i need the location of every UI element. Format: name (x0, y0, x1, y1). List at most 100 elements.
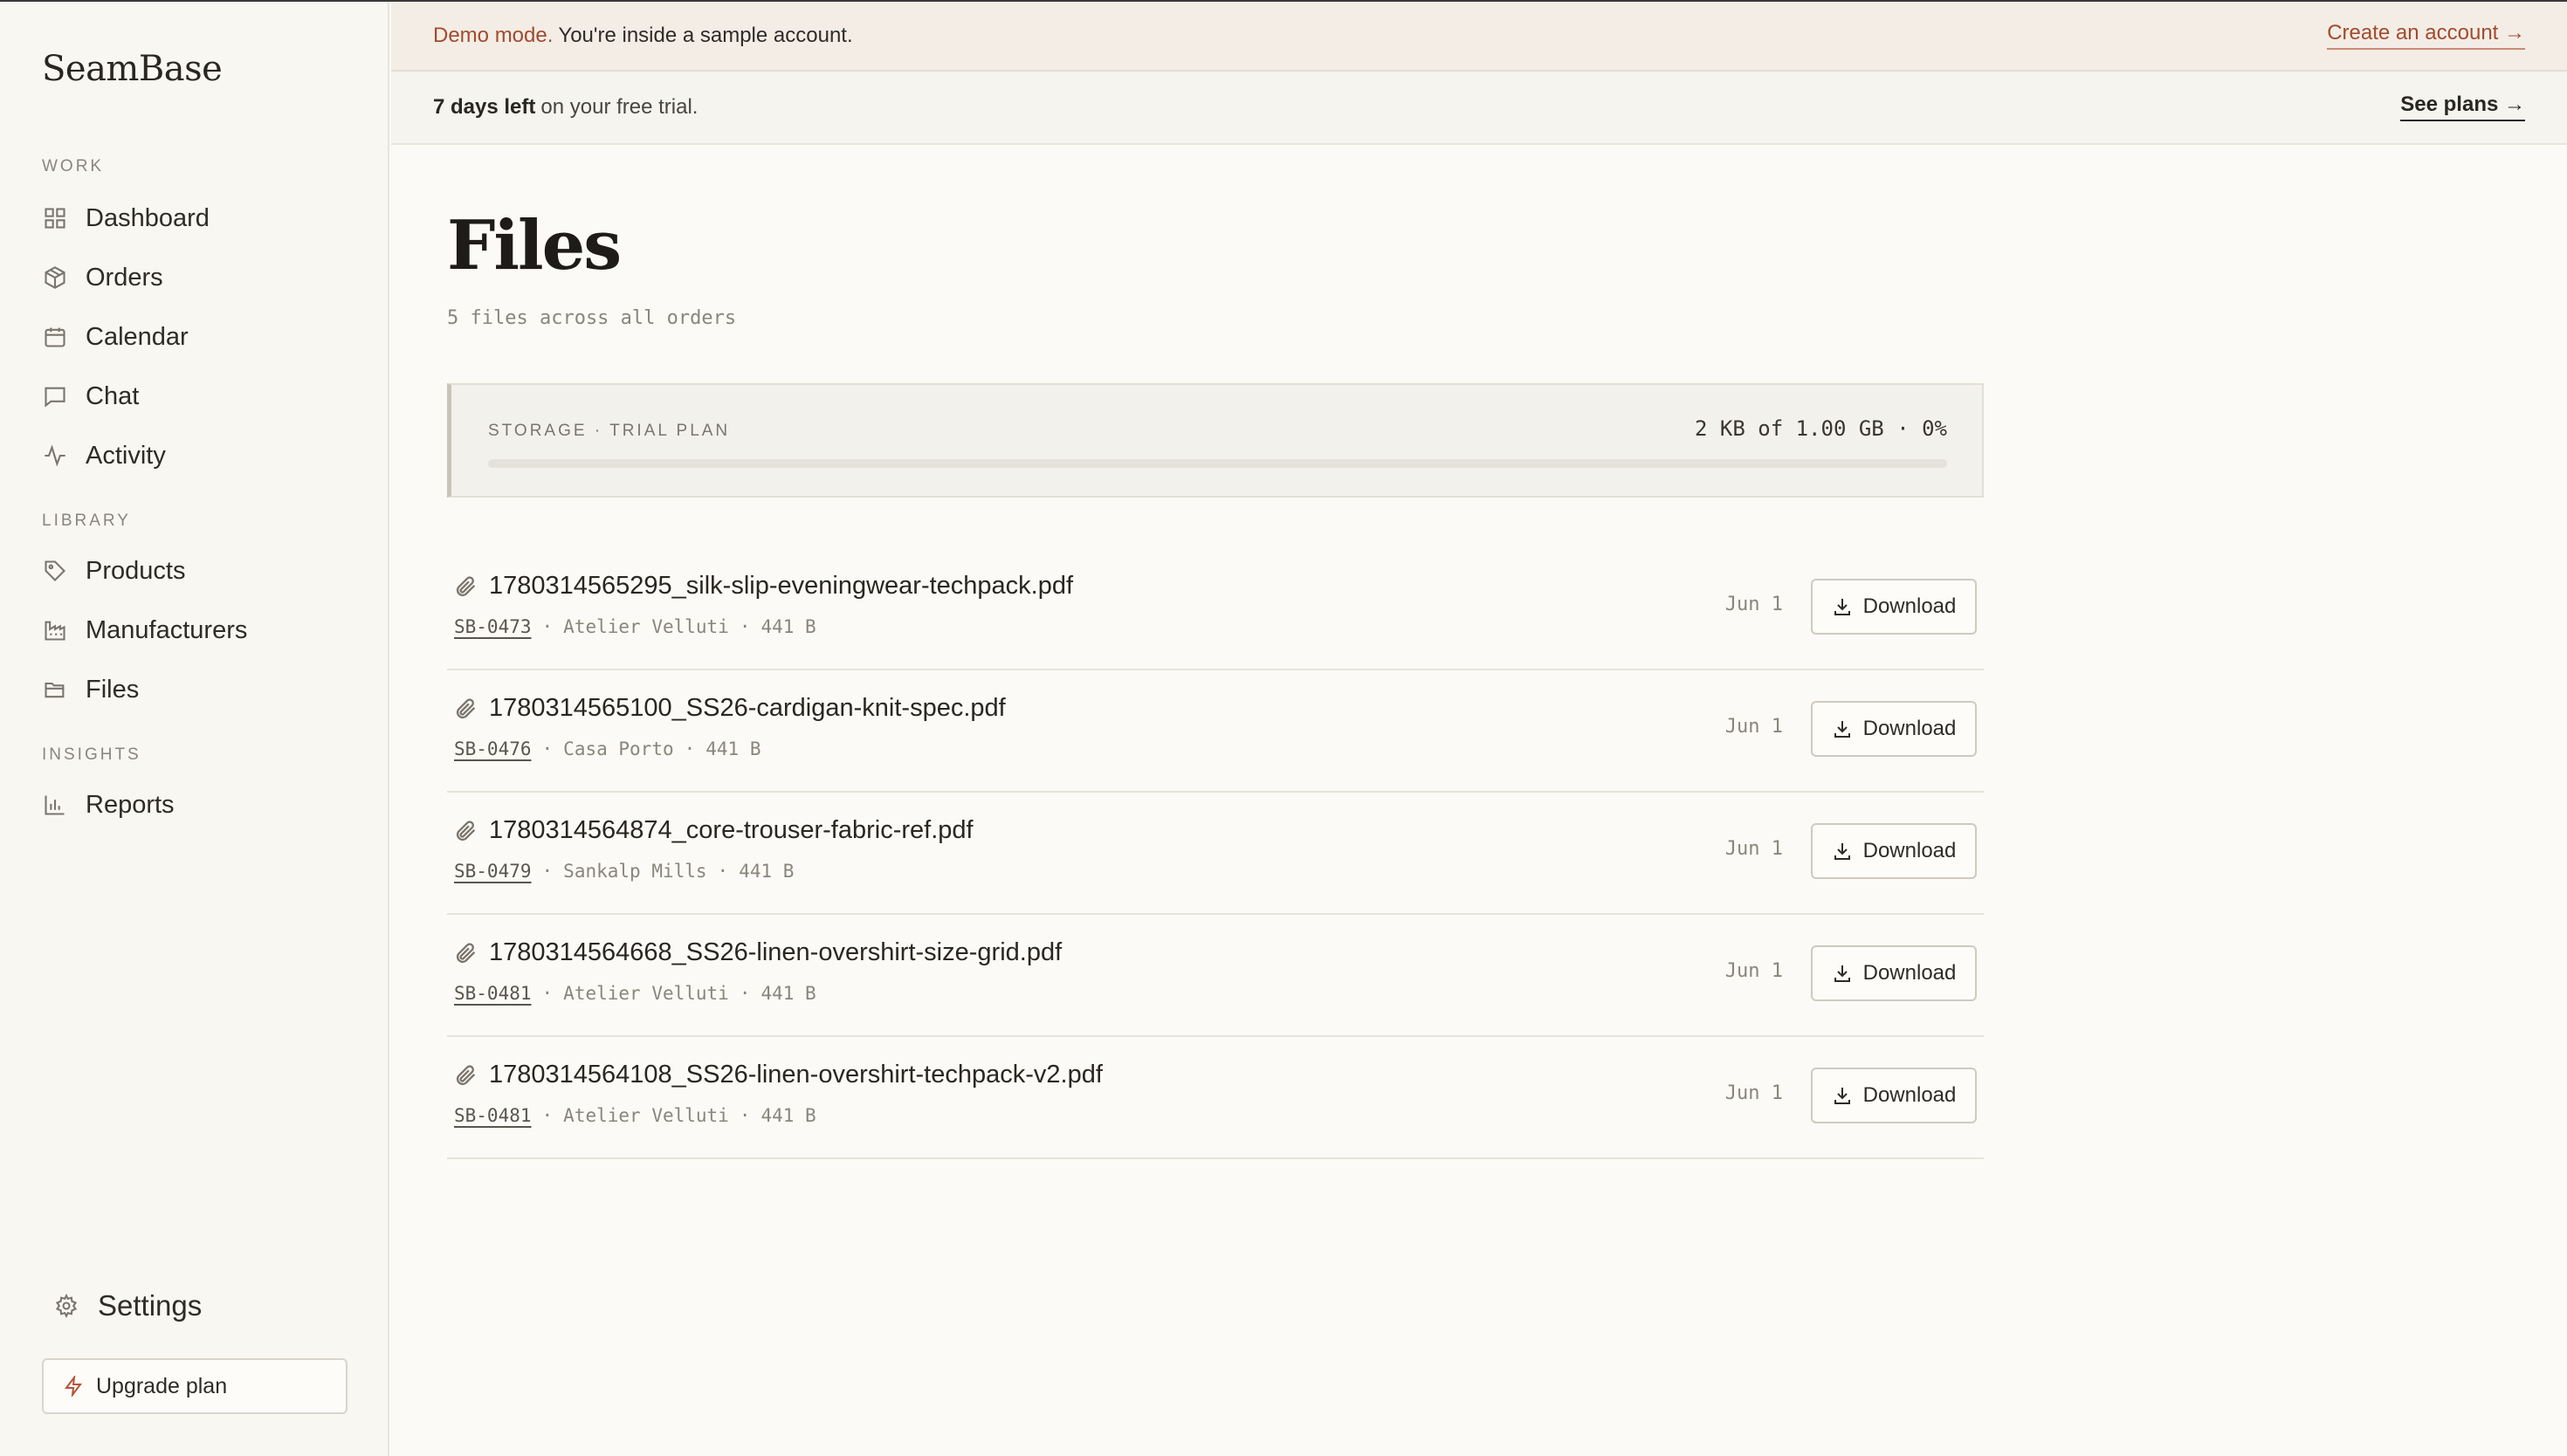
calendar-icon (42, 324, 68, 350)
nav-section-library: LIBRARY (42, 512, 131, 530)
sidebar-item-label: Activity (86, 441, 166, 470)
paperclip-icon (454, 574, 478, 599)
demo-mode-message: You're inside a sample account. (558, 24, 853, 47)
meta-separator: · (717, 861, 729, 882)
download-button[interactable]: Download (1811, 823, 1977, 879)
settings-label: Settings (98, 1289, 203, 1322)
meta-separator: · (541, 1105, 554, 1126)
file-meta: SB-0479 · Sankalp Mills · 441 B (454, 861, 794, 882)
sidebar-item-chat[interactable]: Chat (42, 372, 356, 421)
tag-icon (42, 558, 68, 584)
create-account-link[interactable]: Create an account → (2327, 21, 2525, 50)
sidebar-item-calendar[interactable]: Calendar (42, 312, 356, 361)
file-date: Jun 1 (1724, 594, 1783, 615)
storage-label: STORAGE · TRIAL PLAN (488, 422, 731, 440)
file-meta: SB-0481 · Atelier Velluti · 441 B (454, 1105, 816, 1126)
file-row: 1780314565295_silk-slip-eveningwear-tech… (447, 548, 1984, 670)
order-link[interactable]: SB-0479 (454, 861, 532, 882)
storage-progress-bar (488, 459, 1947, 468)
download-button[interactable]: Download (1811, 579, 1977, 635)
download-button[interactable]: Download (1811, 945, 1977, 1001)
meta-separator: · (541, 861, 554, 882)
meta-separator: · (739, 1105, 751, 1126)
sidebar-item-label: Chat (86, 381, 140, 410)
download-icon (1834, 1088, 1850, 1104)
file-row: 1780314565100_SS26-cardigan-knit-spec.pd… (447, 670, 1984, 793)
bar-chart-icon (42, 792, 68, 818)
brand-logo[interactable]: SeamBase (42, 49, 223, 89)
meta-separator: · (684, 738, 696, 759)
sidebar-item-label: Orders (86, 263, 163, 292)
trial-message: on your free trial. (540, 95, 699, 119)
sidebar-item-manufacturers[interactable]: Manufacturers (42, 606, 356, 655)
download-icon (1834, 843, 1850, 860)
sidebar-item-orders[interactable]: Orders (42, 253, 356, 302)
chat-icon (42, 383, 68, 409)
page-subtitle: 5 files across all orders (447, 307, 737, 329)
sidebar-item-label: Dashboard (86, 203, 210, 232)
order-link[interactable]: SB-0481 (454, 1105, 532, 1126)
sidebar-item-dashboard[interactable]: Dashboard (42, 194, 356, 243)
sidebar-item-files[interactable]: Files (42, 665, 356, 714)
manufacturer-name: Sankalp Mills (563, 861, 707, 882)
download-icon (1834, 599, 1850, 615)
file-size: 441 B (739, 861, 795, 882)
file-size: 441 B (705, 738, 761, 759)
file-name[interactable]: 1780314565295_silk-slip-eveningwear-tech… (489, 572, 1073, 601)
sidebar-item-reports[interactable]: Reports (42, 780, 356, 829)
download-button[interactable]: Download (1811, 1068, 1977, 1123)
sidebar-item-label: Products (86, 556, 186, 585)
sidebar-item-label: Manufacturers (86, 615, 248, 644)
grid-icon (42, 205, 68, 231)
sidebar-item-label: Files (86, 675, 140, 704)
file-name[interactable]: 1780314565100_SS26-cardigan-knit-spec.pd… (489, 694, 1006, 723)
sidebar-item-activity[interactable]: Activity (42, 431, 356, 480)
demo-mode-tag: Demo mode. (433, 24, 554, 47)
storage-usage-text: 2 KB of 1.00 GB · 0% (1695, 416, 1947, 441)
manufacturer-name: Atelier Velluti (563, 1105, 729, 1126)
sidebar: SeamBase WORK Dashboard Orders Calendar … (0, 2, 389, 1456)
see-plans-link[interactable]: See plans → (2400, 93, 2525, 121)
manufacturer-name: Atelier Velluti (563, 616, 729, 637)
meta-separator: · (541, 983, 554, 1004)
meta-separator: · (541, 616, 554, 637)
file-date: Jun 1 (1724, 1082, 1783, 1104)
paperclip-icon (454, 941, 478, 965)
trial-days-left: 7 days left (433, 95, 536, 119)
file-meta: SB-0481 · Atelier Velluti · 441 B (454, 983, 816, 1004)
file-date: Jun 1 (1724, 716, 1783, 738)
download-label: Download (1862, 717, 1957, 740)
upgrade-plan-button[interactable]: Upgrade plan (42, 1358, 348, 1414)
file-size: 441 B (760, 616, 816, 637)
file-date: Jun 1 (1724, 960, 1783, 982)
download-label: Download (1862, 1083, 1957, 1107)
file-name[interactable]: 1780314564668_SS26-linen-overshirt-size-… (489, 938, 1062, 967)
file-size: 441 B (760, 1105, 816, 1126)
download-label: Download (1862, 839, 1957, 862)
order-link[interactable]: SB-0481 (454, 983, 532, 1004)
file-row: 1780314564874_core-trouser-fabric-ref.pd… (447, 793, 1984, 915)
box-icon (42, 264, 68, 291)
storage-usage-card: STORAGE · TRIAL PLAN 2 KB of 1.00 GB · 0… (447, 383, 1984, 498)
activity-icon (42, 443, 68, 469)
download-icon (1834, 721, 1850, 738)
settings-link[interactable]: Settings (54, 1281, 202, 1330)
file-size: 441 B (760, 983, 816, 1004)
meta-separator: · (739, 616, 751, 637)
manufacturer-name: Atelier Velluti (563, 983, 729, 1004)
file-date: Jun 1 (1724, 838, 1783, 860)
upgrade-plan-label: Upgrade plan (96, 1373, 228, 1398)
sidebar-item-label: Reports (86, 790, 175, 819)
paperclip-icon (454, 697, 478, 721)
sidebar-item-products[interactable]: Products (42, 546, 356, 595)
file-meta: SB-0476 · Casa Porto · 441 B (454, 738, 760, 759)
nav-section-insights: INSIGHTS (42, 745, 141, 764)
file-name[interactable]: 1780314564874_core-trouser-fabric-ref.pd… (489, 816, 974, 845)
paperclip-icon (454, 819, 478, 843)
file-name[interactable]: 1780314564108_SS26-linen-overshirt-techp… (489, 1061, 1103, 1089)
download-button[interactable]: Download (1811, 701, 1977, 757)
lightning-icon (65, 1376, 82, 1397)
order-link[interactable]: SB-0473 (454, 616, 532, 637)
files-list: 1780314565295_silk-slip-eveningwear-tech… (447, 548, 1984, 1159)
order-link[interactable]: SB-0476 (454, 738, 532, 759)
